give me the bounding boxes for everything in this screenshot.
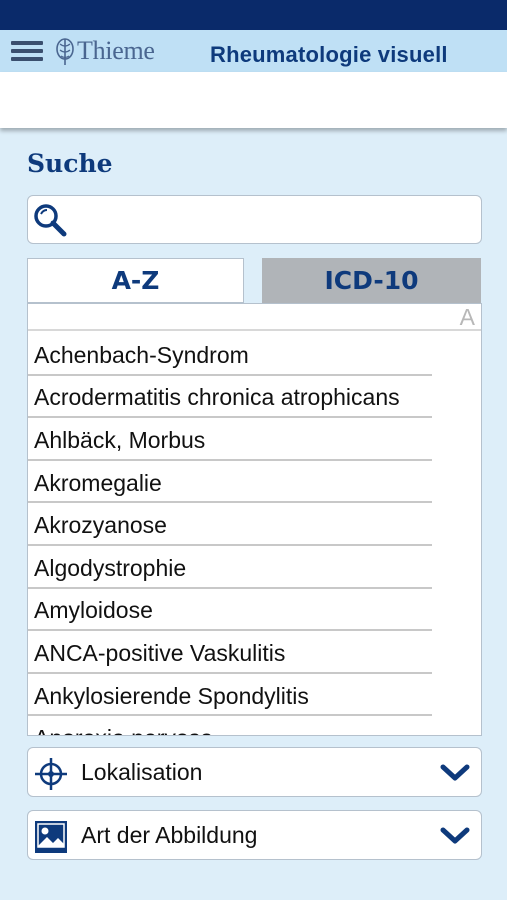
tab-icd-10[interactable]: ICD-10 (262, 258, 481, 303)
app-header: Thieme Rheumatologie visuell (0, 30, 507, 72)
crosshair-icon (35, 758, 67, 790)
art-der-abbildung-dropdown[interactable]: Art der Abbildung (27, 810, 482, 860)
image-icon (35, 821, 67, 853)
list-item[interactable]: Amyloidose (28, 589, 432, 632)
list-item[interactable]: Ahlbäck, Morbus (28, 418, 432, 461)
brand-logo: Thieme (54, 34, 155, 68)
list-item[interactable]: Akromegalie (28, 461, 432, 504)
search-input[interactable] (74, 196, 474, 243)
list-item[interactable]: Ankylosierende Spondylitis (28, 674, 432, 717)
lokalisation-dropdown[interactable]: Lokalisation (27, 747, 482, 797)
lokalisation-label: Lokalisation (81, 759, 203, 785)
art-der-abbildung-label: Art der Abbildung (81, 822, 258, 848)
list-item[interactable]: Akrozyanose (28, 503, 432, 546)
list-item[interactable]: Anorexia nervosa (28, 716, 432, 735)
list-item[interactable]: Algodystrophie (28, 546, 432, 589)
list-items: Achenbach-Syndrom Acrodermatitis chronic… (28, 333, 481, 735)
index-row: A (28, 304, 481, 331)
toolbar-area (0, 72, 507, 128)
result-list[interactable]: A Achenbach-Syndrom Acrodermatitis chron… (27, 303, 482, 736)
brand-name: Thieme (77, 36, 155, 65)
index-letter[interactable]: A (460, 304, 475, 331)
list-item[interactable]: Acrodermatitis chronica atrophicans (28, 376, 432, 419)
chevron-down-icon (440, 827, 470, 844)
page-title: Suche (27, 149, 113, 178)
search-icon (34, 204, 67, 237)
hamburger-menu-icon[interactable] (11, 41, 43, 61)
list-item[interactable]: ANCA-positive Vaskulitis (28, 631, 432, 674)
list-item[interactable]: Achenbach-Syndrom (28, 333, 432, 376)
thieme-emblem-icon (56, 38, 74, 65)
status-bar (0, 0, 507, 30)
tab-a-z[interactable]: A-Z (27, 258, 244, 303)
search-box[interactable] (27, 195, 482, 244)
app-title: Rheumatologie visuell (210, 42, 448, 67)
chevron-down-icon (440, 764, 470, 781)
